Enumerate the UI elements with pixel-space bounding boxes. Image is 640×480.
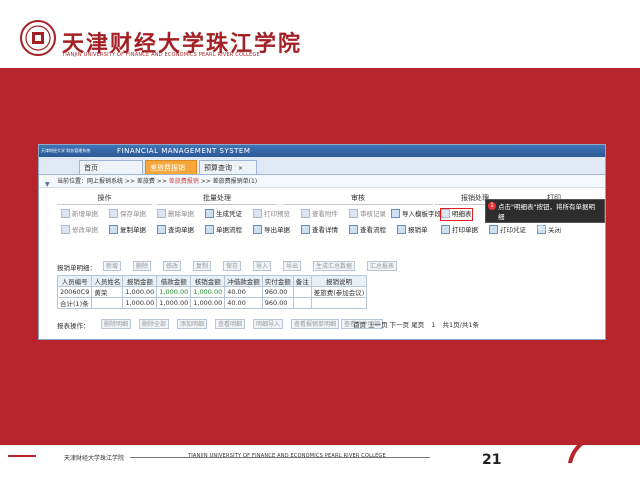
delete-document-button[interactable]: 删除单据: [157, 209, 194, 220]
breadcrumb: ▼ 当前位置：网上报销系统 >> 差旅费 >> 差旅费报销 >> 差旅费报销单(…: [39, 175, 605, 188]
slide-header: 天津财经大学珠江学院 TIANJIN UNIVERSITY OF FINANCE…: [0, 0, 640, 68]
university-name-en: TIANJIN UNIVERSITY OF FINANCE AND ECONOM…: [62, 52, 260, 58]
save-document-button[interactable]: 保存单据: [109, 209, 146, 220]
generate-voucher-button[interactable]: 生成凭证: [205, 209, 242, 220]
record-icon: [349, 209, 358, 218]
audit-record-button[interactable]: 审核记录: [349, 209, 386, 220]
export-icon: [253, 225, 262, 234]
pager: 首页 上一页 下一页 尾页 1 共1页/共1条: [353, 319, 484, 329]
footer-university-name-en: TIANJIN UNIVERSITY OF FINANCE AND ECONOM…: [188, 453, 386, 459]
delete-detail-button[interactable]: 删除明细: [101, 319, 132, 329]
detail-add-button[interactable]: 新增: [103, 261, 122, 271]
copy-document-button[interactable]: 复制单据: [109, 225, 146, 236]
summary-report-button[interactable]: 汇总报表: [367, 261, 398, 271]
pager-nav[interactable]: 首页 上一页 下一页 尾页: [353, 321, 424, 329]
table-total-row: 合计(1)条 1,000.00 1,000.00 1,000.00 40.00 …: [56, 297, 368, 309]
printer-icon: [441, 225, 450, 234]
print-preview-button[interactable]: 打印预览: [253, 209, 290, 220]
export-document-button[interactable]: 导出单据: [253, 225, 290, 236]
reimbursement-form-button[interactable]: 报销单: [397, 225, 428, 236]
flow-icon: [205, 225, 214, 234]
document-flow-button[interactable]: 单据流程: [205, 225, 242, 236]
table-icon: [441, 209, 450, 218]
grid-header-row: 人员编号 人员姓名 报销金额 借款金额 核销金额 冲借款金额 实付金额 备注 报…: [56, 275, 368, 287]
detail-import-button[interactable]: 导入: [253, 261, 272, 271]
form-icon: [397, 225, 406, 234]
voucher-icon: [205, 209, 214, 218]
pager-total: 共1页/共1条: [442, 321, 479, 329]
close-icon[interactable]: ×: [238, 165, 243, 172]
detail-delete-button[interactable]: 删除: [133, 261, 152, 271]
edit-document-button[interactable]: 修改单据: [61, 225, 98, 236]
new-icon: [61, 209, 70, 218]
view-details-button[interactable]: 查看详情: [301, 225, 338, 236]
add-detail-button[interactable]: 添加明细: [177, 319, 208, 329]
detail-sheet-button[interactable]: 明细表: [440, 208, 473, 221]
attachment-icon: [301, 209, 310, 218]
report-actions-label: 报表操作：: [57, 322, 90, 330]
detail-list-label: 报销单明细：: [57, 264, 96, 272]
detail-grid: 人员编号 人员姓名 报销金额 借款金额 核销金额 冲借款金额 实付金额 备注 报…: [56, 275, 368, 309]
footer-university-name: 天津财经大学珠江学院: [64, 455, 125, 462]
query-document-button[interactable]: 查询单据: [157, 225, 194, 236]
import-template-button[interactable]: 导入模板字段: [391, 209, 441, 220]
page-number: 21: [482, 452, 502, 468]
detail-actions: 新增 删除 修改 复制 保存 导入 导出 生成汇总数据 汇总报表: [103, 261, 403, 271]
decorative-dots-icon: [568, 423, 618, 463]
section-batch: 批量处理: [157, 193, 277, 205]
generate-summary-button[interactable]: 生成汇总数据: [313, 261, 356, 271]
detail-copy-button[interactable]: 复制: [193, 261, 212, 271]
table-row[interactable]: 20060C9 黄荣 1,000.00 1,000.00 1,000.00 40…: [56, 286, 368, 298]
section-audit: 审核: [283, 193, 433, 205]
collapse-arrow-icon[interactable]: ▼: [45, 178, 50, 191]
section-operations: 操作: [57, 193, 152, 205]
detail-save-button[interactable]: 保存: [223, 261, 242, 271]
view-detail-button[interactable]: 查看明细: [215, 319, 246, 329]
view-attachment-button[interactable]: 查看附件: [301, 209, 338, 220]
breadcrumb-link[interactable]: 差旅费报销: [169, 178, 199, 185]
tab-home[interactable]: 首页: [79, 160, 143, 174]
import-detail-button[interactable]: 明细导入: [253, 319, 284, 329]
save-icon: [109, 209, 118, 218]
detail-export-button[interactable]: 导出: [283, 261, 302, 271]
view-flow-button[interactable]: 查看流程: [349, 225, 386, 236]
help-tooltip: 1 点击"明细表"按钮，将所有单据明细 填写后，即可提交给审批: [485, 199, 605, 231]
step-number-badge: 1: [488, 202, 496, 210]
slide-footer: 天津财经大学珠江学院 TIANJIN UNIVERSITY OF FINANCE…: [0, 423, 640, 480]
pager-page-select[interactable]: 1: [431, 321, 435, 329]
system-name-en: FINANCIAL MANAGEMENT SYSTEM: [117, 147, 251, 155]
view-form-detail-button[interactable]: 查看报销单明细: [291, 319, 340, 329]
search-icon: [157, 225, 166, 234]
university-seal-icon: [20, 20, 56, 56]
tab-budget-query[interactable]: 预算查询 ×: [199, 160, 257, 174]
print-document-button[interactable]: 打印单据: [441, 225, 478, 236]
app-window: 天津财经大学 财务管理系统 FINANCIAL MANAGEMENT SYSTE…: [38, 144, 606, 340]
edit-icon: [61, 225, 70, 234]
footer-accent-bar: [8, 455, 36, 457]
detail-edit-button[interactable]: 修改: [163, 261, 182, 271]
tab-bar: 首页 差旅费报销 预算查询 ×: [39, 157, 605, 175]
tab-travel-reimbursement[interactable]: 差旅费报销: [145, 160, 197, 174]
import-icon: [391, 209, 400, 218]
copy-icon: [109, 225, 118, 234]
voucher-print-icon: [489, 225, 498, 234]
system-name: 天津财经大学 财务管理系统: [41, 148, 91, 153]
details-icon: [301, 225, 310, 234]
delete-all-button[interactable]: 删除全部: [139, 319, 170, 329]
delete-icon: [157, 209, 166, 218]
new-document-button[interactable]: 新增单据: [61, 209, 98, 220]
app-titlebar: 天津财经大学 财务管理系统 FINANCIAL MANAGEMENT SYSTE…: [39, 145, 605, 157]
print-icon: [253, 209, 262, 218]
flow-chart-icon: [349, 225, 358, 234]
report-actions-row: 报表操作： 删除明细 删除全部 添加明细 查看明细 明细导入 查看报销单明细 查…: [57, 319, 605, 330]
